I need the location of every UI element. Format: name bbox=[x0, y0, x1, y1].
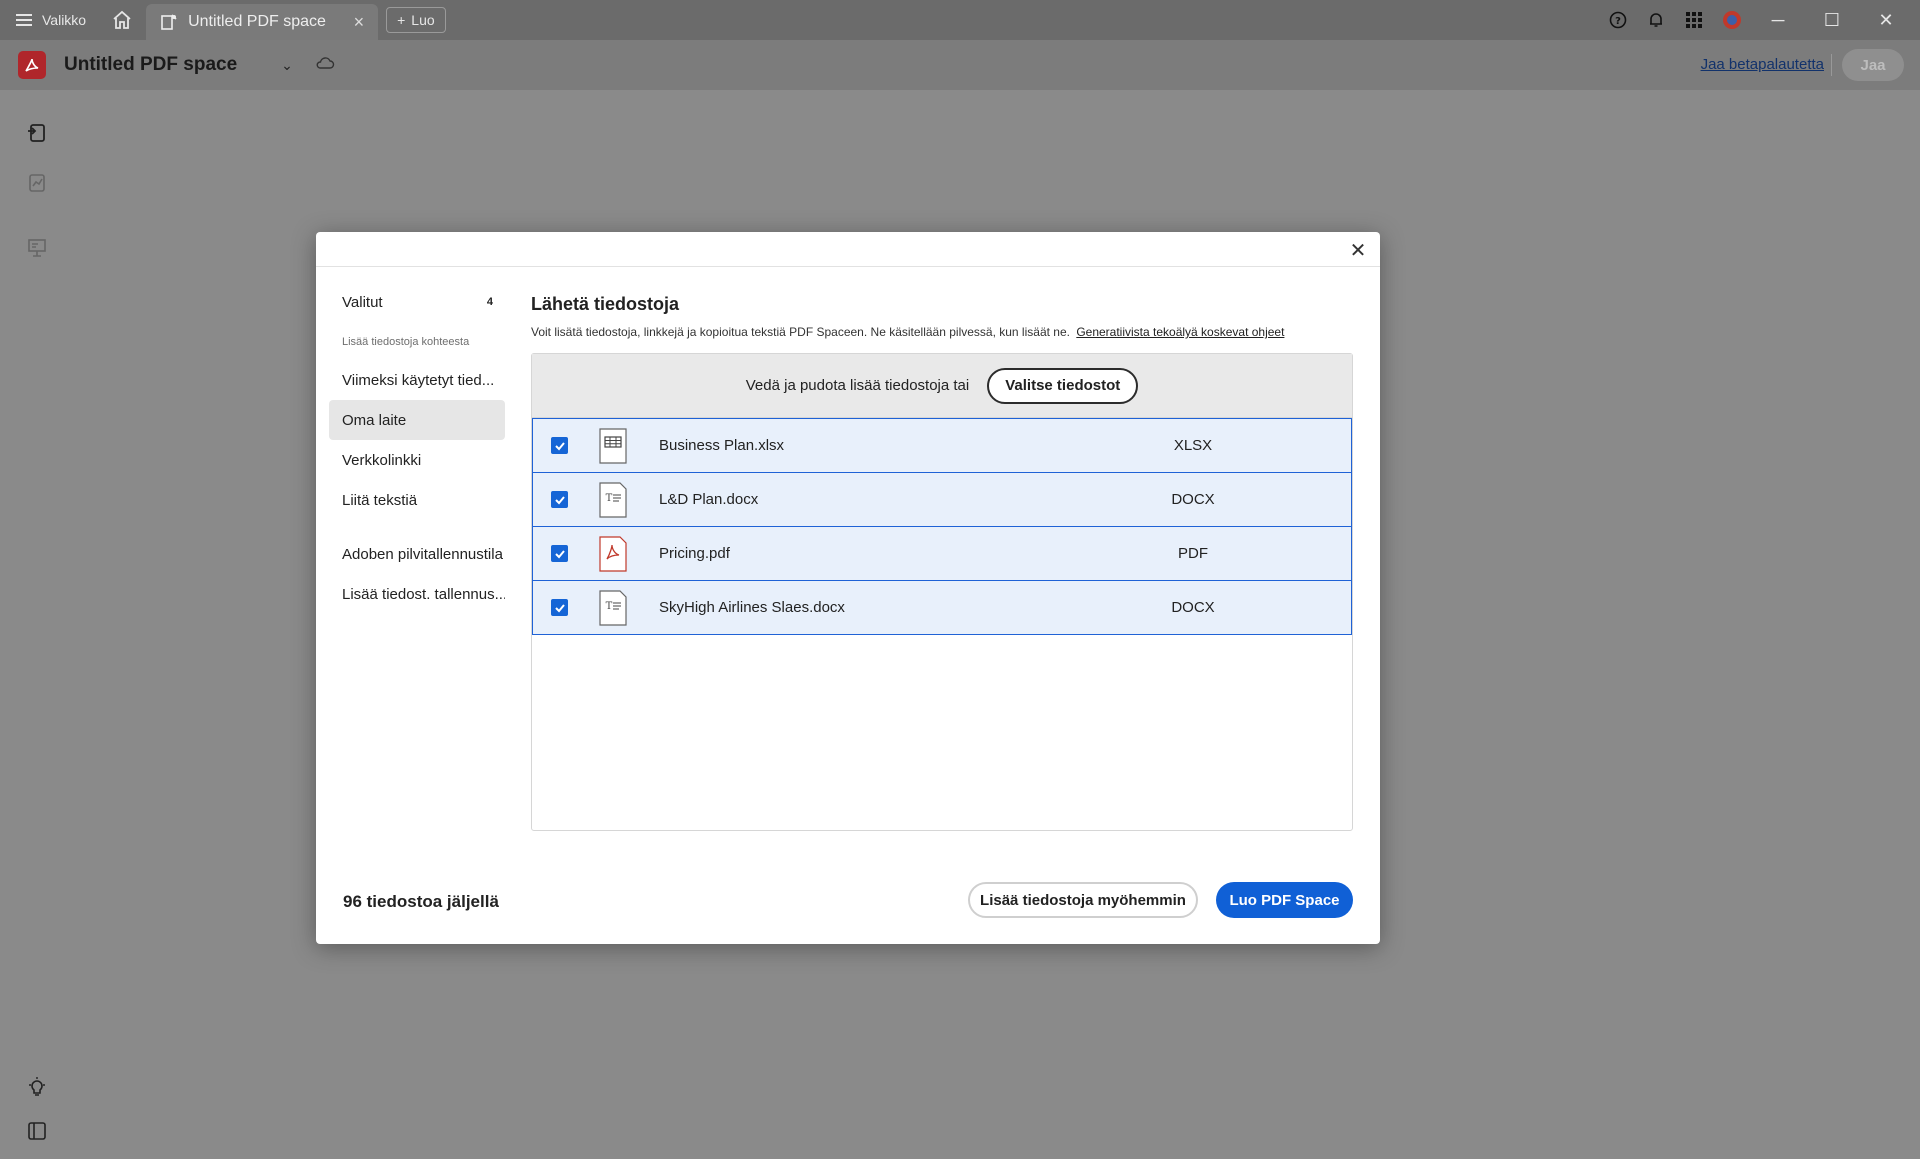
title-bar: Valikko Untitled PDF space × + Luo ? ─ ☐… bbox=[0, 0, 1920, 40]
dialog-close-button[interactable]: ✕ bbox=[1346, 238, 1370, 262]
tab-untitled-pdf-space[interactable]: Untitled PDF space × bbox=[146, 4, 379, 40]
menu-button[interactable]: Valikko bbox=[0, 0, 102, 40]
sidebar-item-selected[interactable]: Valitut 4 bbox=[329, 282, 505, 322]
file-type: DOCX bbox=[1171, 599, 1215, 616]
minimize-button[interactable]: ─ bbox=[1760, 0, 1796, 40]
file-checkbox[interactable] bbox=[551, 437, 568, 454]
pdf-space-icon bbox=[161, 14, 177, 30]
home-icon bbox=[113, 10, 131, 29]
plus-icon: + bbox=[397, 12, 406, 28]
sidebar-item-adobe-cloud[interactable]: Adoben pilvitallennustila bbox=[329, 534, 505, 574]
spreadsheet-file-icon bbox=[599, 427, 627, 464]
file-type: XLSX bbox=[1173, 437, 1213, 454]
space-title: Untitled PDF space bbox=[64, 54, 238, 75]
sidebar-item-recent[interactable]: Viimeksi käytetyt tied... bbox=[329, 360, 505, 400]
create-pdf-space-button[interactable]: Luo PDF Space bbox=[1216, 882, 1353, 918]
choose-files-button[interactable]: Valitse tiedostot bbox=[987, 367, 1139, 404]
svg-text:T: T bbox=[606, 601, 613, 612]
add-files-icon[interactable] bbox=[24, 120, 50, 146]
avatar[interactable] bbox=[1722, 10, 1742, 30]
maximize-button[interactable]: ☐ bbox=[1814, 0, 1850, 40]
drop-bar: Vedä ja pudota lisää tiedostoja tai Vali… bbox=[532, 354, 1352, 418]
help-icon[interactable]: ? bbox=[1608, 10, 1628, 30]
svg-text:T: T bbox=[606, 493, 613, 504]
file-row[interactable]: T SkyHigh Airlines Slaes.docx DOCX bbox=[532, 580, 1352, 635]
selected-label: Valitut bbox=[342, 293, 383, 311]
panel-toggle-icon[interactable] bbox=[24, 1118, 50, 1144]
menu-label: Valikko bbox=[42, 12, 87, 28]
files-remaining-count: 96 tiedostoa jäljellä bbox=[343, 892, 499, 911]
file-name: Pricing.pdf bbox=[659, 545, 730, 562]
file-checkbox[interactable] bbox=[551, 545, 568, 562]
lightbulb-icon[interactable] bbox=[24, 1074, 50, 1100]
tab-close-icon[interactable]: × bbox=[354, 12, 365, 33]
file-type: DOCX bbox=[1171, 491, 1215, 508]
description-text: Voit lisätä tiedostoja, linkkejä ja kopi… bbox=[531, 325, 1070, 339]
sidebar-caption: Lisää tiedostoja kohteesta bbox=[342, 336, 470, 348]
new-tab-button[interactable]: + Luo bbox=[386, 7, 446, 33]
apps-grid-icon[interactable] bbox=[1684, 10, 1704, 30]
tab-title: Untitled PDF space bbox=[188, 13, 326, 30]
share-button[interactable]: Jaa bbox=[1842, 49, 1904, 81]
chevron-down-icon[interactable]: ⌄ bbox=[281, 57, 293, 74]
file-type: PDF bbox=[1178, 545, 1208, 562]
dialog-header: ✕ bbox=[316, 232, 1380, 267]
app-header: Untitled PDF space ⌄ Jaa betapalautetta … bbox=[0, 40, 1920, 90]
file-row[interactable]: Business Plan.xlsx XLSX bbox=[532, 418, 1352, 473]
sidebar-item-my-device[interactable]: Oma laite bbox=[329, 400, 505, 440]
file-name: L&D Plan.docx bbox=[659, 491, 759, 508]
selected-count-badge: 4 bbox=[486, 296, 493, 308]
pdf-file-icon bbox=[599, 535, 627, 572]
share-beta-feedback-link[interactable]: Jaa betapalautetta bbox=[1701, 56, 1824, 73]
acrobat-logo-icon bbox=[18, 51, 46, 79]
home-button[interactable] bbox=[102, 0, 142, 40]
file-list: Business Plan.xlsx XLSX T L&D Plan.docx … bbox=[532, 418, 1352, 635]
document-file-icon: T bbox=[599, 589, 627, 626]
file-row[interactable]: T L&D Plan.docx DOCX bbox=[532, 472, 1352, 527]
insights-icon[interactable] bbox=[24, 170, 50, 196]
close-window-button[interactable]: ✕ bbox=[1868, 0, 1904, 40]
sidebar-item-web-link[interactable]: Verkkolinkki bbox=[329, 440, 505, 480]
sidebar-item-paste-text[interactable]: Liitä tekstiä bbox=[329, 480, 505, 520]
svg-text:?: ? bbox=[1615, 16, 1621, 27]
hamburger-icon bbox=[16, 14, 32, 26]
file-name: SkyHigh Airlines Slaes.docx bbox=[659, 599, 845, 616]
upload-files-dialog: ✕ Valitut 4 Lisää tiedostoja kohteesta V… bbox=[316, 232, 1380, 944]
drop-text: Vedä ja pudota lisää tiedostoja tai bbox=[745, 377, 970, 394]
presentation-icon[interactable] bbox=[24, 235, 50, 261]
genai-guidelines-link[interactable]: Generatiivista tekoälyä koskevat ohjeet bbox=[1076, 325, 1284, 339]
dialog-title: Lähetä tiedostoja bbox=[531, 294, 680, 314]
add-files-later-button[interactable]: Lisää tiedostoja myöhemmin bbox=[968, 882, 1198, 918]
dialog-sidebar: Valitut 4 Lisää tiedostoja kohteesta Vii… bbox=[329, 282, 505, 614]
bell-icon[interactable] bbox=[1646, 10, 1666, 30]
new-tab-label: Luo bbox=[411, 12, 435, 28]
file-checkbox[interactable] bbox=[551, 599, 568, 616]
dialog-main: Lähetä tiedostoja Voit lisätä tiedostoja… bbox=[531, 294, 1353, 831]
divider bbox=[1831, 54, 1832, 76]
dialog-description: Voit lisätä tiedostoja, linkkejä ja kopi… bbox=[531, 325, 1353, 339]
cloud-icon bbox=[315, 56, 335, 75]
drop-zone[interactable]: Vedä ja pudota lisää tiedostoja tai Vali… bbox=[531, 353, 1353, 831]
file-checkbox[interactable] bbox=[551, 491, 568, 508]
file-name: Business Plan.xlsx bbox=[659, 437, 785, 454]
file-row[interactable]: Pricing.pdf PDF bbox=[532, 526, 1352, 581]
document-file-icon: T bbox=[599, 481, 627, 518]
sidebar-item-add-storage[interactable]: Lisää tiedost. tallennus... bbox=[329, 574, 505, 614]
